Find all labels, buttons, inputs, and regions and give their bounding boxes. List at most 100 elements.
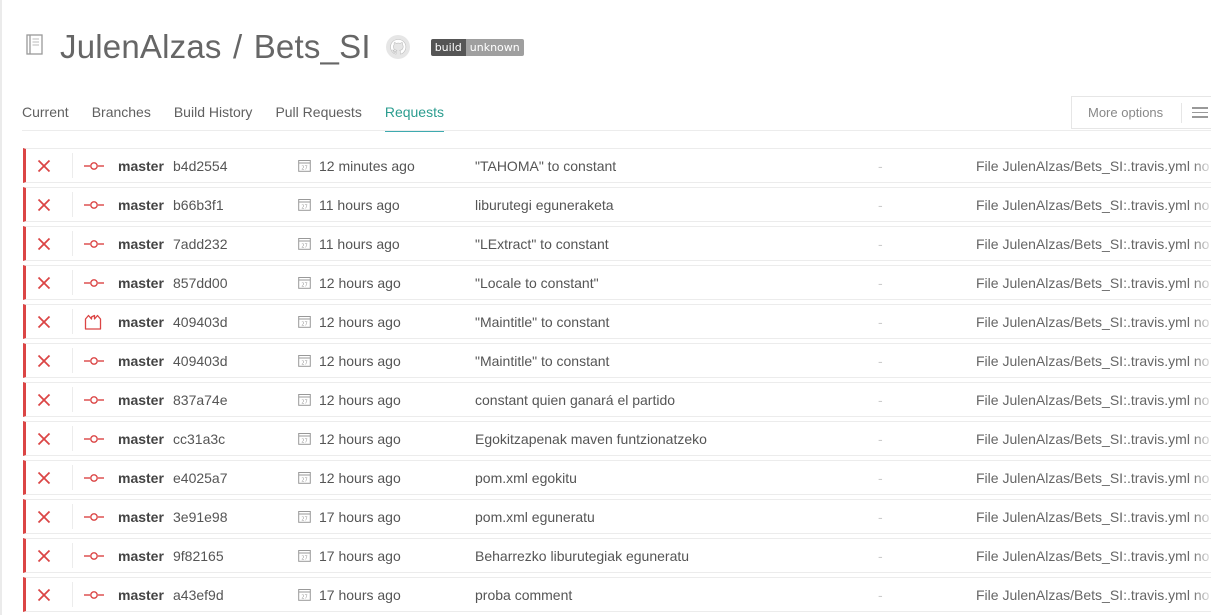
failed-status-icon — [34, 578, 54, 611]
commit-sha[interactable]: b4d2554 — [173, 149, 228, 182]
push-commit-icon — [84, 461, 106, 494]
request-row[interactable]: master b66b3f1 27 11 hours ago liburutegi eg… — [23, 187, 1211, 222]
commit-sha[interactable]: cc31a3c — [173, 422, 225, 455]
repo-owner[interactable]: JulenAlzas — [60, 28, 222, 65]
result-text: File JulenAlzas/Bets_SI:.travis.yml no — [976, 430, 1210, 447]
request-row[interactable]: master cc31a3c 27 12 hours ago Egokitzapenak… — [23, 421, 1211, 456]
more-options-button[interactable]: More options — [1071, 96, 1211, 129]
build-placeholder: - — [878, 391, 883, 408]
build-placeholder: - — [878, 235, 883, 252]
request-row[interactable]: master 837a74e 27 12 hours ago constant quie… — [23, 382, 1211, 417]
tab-requests[interactable]: Requests — [384, 104, 444, 132]
text-fade — [1192, 149, 1211, 182]
github-icon[interactable] — [385, 34, 411, 60]
row-divider — [72, 426, 73, 451]
request-result-message: File JulenAlzas/Bets_SI:.travis.yml no — [976, 266, 1211, 299]
result-text: File JulenAlzas/Bets_SI:.travis.yml no — [976, 586, 1210, 603]
time-label: 11 hours ago — [319, 235, 400, 252]
svg-text:27: 27 — [301, 517, 307, 523]
request-row[interactable]: master a43ef9d 27 17 hours ago proba comment… — [23, 577, 1211, 612]
row-divider — [72, 348, 73, 373]
build-placeholder: - — [878, 157, 883, 174]
request-time: 27 17 hours ago — [298, 578, 401, 611]
push-commit-icon — [84, 266, 106, 299]
request-result-message: File JulenAlzas/Bets_SI:.travis.yml no — [976, 149, 1211, 182]
commit-sha[interactable]: 409403d — [173, 305, 228, 338]
time-label: 17 hours ago — [319, 547, 401, 564]
branch-name[interactable]: master — [118, 578, 164, 611]
branch-name[interactable]: master — [118, 383, 164, 416]
request-result-message: File JulenAlzas/Bets_SI:.travis.yml no — [976, 461, 1211, 494]
time-label: 12 hours ago — [319, 469, 401, 486]
request-time: 27 12 hours ago — [298, 461, 401, 494]
result-text: File JulenAlzas/Bets_SI:.travis.yml no — [976, 391, 1210, 408]
request-row[interactable]: master 3e91e98 27 17 hours ago pom.xml egune… — [23, 499, 1211, 534]
tab-build-history[interactable]: Build History — [174, 104, 253, 132]
request-row[interactable]: master 409403d 27 12 hours ago "Maintitle" t… — [23, 343, 1211, 378]
row-divider — [72, 582, 73, 607]
tab-pull-requests[interactable]: Pull Requests — [275, 104, 361, 132]
row-divider — [72, 504, 73, 529]
branch-name[interactable]: master — [118, 227, 164, 260]
branch-name[interactable]: master — [118, 422, 164, 455]
build-status-badge[interactable]: build unknown — [430, 38, 524, 56]
commit-message: constant quien ganará el partido — [475, 391, 676, 408]
request-row[interactable]: master e4025a7 27 12 hours ago pom.xml egoki… — [23, 460, 1211, 495]
text-fade — [1192, 578, 1211, 611]
branch-name[interactable]: master — [118, 344, 164, 377]
tab-branches[interactable]: Branches — [92, 104, 151, 132]
calendar-icon: 27 — [298, 315, 311, 328]
repo-name[interactable]: Bets_SI — [254, 28, 371, 65]
commit-sha[interactable]: 837a74e — [173, 383, 228, 416]
request-row[interactable]: master 409403d 27 12 hours ago "Maintitle" t… — [23, 304, 1211, 339]
result-text: File JulenAlzas/Bets_SI:.travis.yml no — [976, 157, 1210, 174]
branch-name[interactable]: master — [118, 539, 164, 572]
request-result-message: File JulenAlzas/Bets_SI:.travis.yml no — [976, 578, 1211, 611]
hamburger-menu-icon[interactable] — [1192, 107, 1208, 118]
commit-sha[interactable]: 9f82165 — [173, 539, 224, 572]
svg-text:27: 27 — [301, 439, 307, 445]
failed-status-icon — [34, 461, 54, 494]
branch-name[interactable]: master — [118, 461, 164, 494]
commit-message: proba comment — [475, 586, 573, 603]
commit-sha[interactable]: 857dd00 — [173, 266, 228, 299]
commit-sha[interactable]: b66b3f1 — [173, 188, 224, 221]
request-row[interactable]: master b4d2554 27 12 minutes ago "TAHOMA" to… — [23, 148, 1211, 183]
branch-name[interactable]: master — [118, 266, 164, 299]
result-text: File JulenAlzas/Bets_SI:.travis.yml no — [976, 235, 1210, 252]
request-row[interactable]: master 7add232 27 11 hours ago "LExtract" to… — [23, 226, 1211, 261]
request-time: 27 11 hours ago — [298, 227, 400, 260]
commit-sha[interactable]: e4025a7 — [173, 461, 228, 494]
build-placeholder: - — [878, 547, 883, 564]
request-time: 27 17 hours ago — [298, 500, 401, 533]
commit-sha[interactable]: a43ef9d — [173, 578, 224, 611]
row-divider — [72, 153, 73, 178]
row-divider — [72, 231, 73, 256]
commit-sha[interactable]: 3e91e98 — [173, 500, 228, 533]
repo-title[interactable]: JulenAlzas / Bets_SI — [60, 28, 371, 66]
repo-separator: / — [232, 28, 243, 65]
request-time: 27 12 hours ago — [298, 266, 401, 299]
failed-status-icon — [34, 227, 54, 260]
tab-current[interactable]: Current — [22, 104, 69, 132]
text-fade — [1192, 461, 1211, 494]
commit-message: "TAHOMA" to constant — [475, 157, 617, 174]
badge-value: unknown — [465, 38, 524, 56]
push-commit-icon — [84, 422, 106, 455]
commit-message: "Maintitle" to constant — [475, 352, 610, 369]
branch-name[interactable]: master — [118, 500, 164, 533]
failed-status-icon — [34, 422, 54, 455]
more-options-divider — [1181, 102, 1182, 123]
branch-name[interactable]: master — [118, 149, 164, 182]
commit-message: "Locale to constant" — [475, 274, 599, 291]
result-text: File JulenAlzas/Bets_SI:.travis.yml no — [976, 508, 1210, 525]
commit-sha[interactable]: 409403d — [173, 344, 228, 377]
request-result-message: File JulenAlzas/Bets_SI:.travis.yml no — [976, 422, 1211, 455]
branch-name[interactable]: master — [118, 305, 164, 338]
commit-message: pom.xml eguneratu — [475, 508, 595, 525]
branch-name[interactable]: master — [118, 188, 164, 221]
commit-sha[interactable]: 7add232 — [173, 227, 228, 260]
request-row[interactable]: master 857dd00 27 12 hours ago "Locale to co… — [23, 265, 1211, 300]
request-row[interactable]: master 9f82165 27 17 hours ago Beharrezko li… — [23, 538, 1211, 573]
more-options-label: More options — [1088, 105, 1164, 120]
